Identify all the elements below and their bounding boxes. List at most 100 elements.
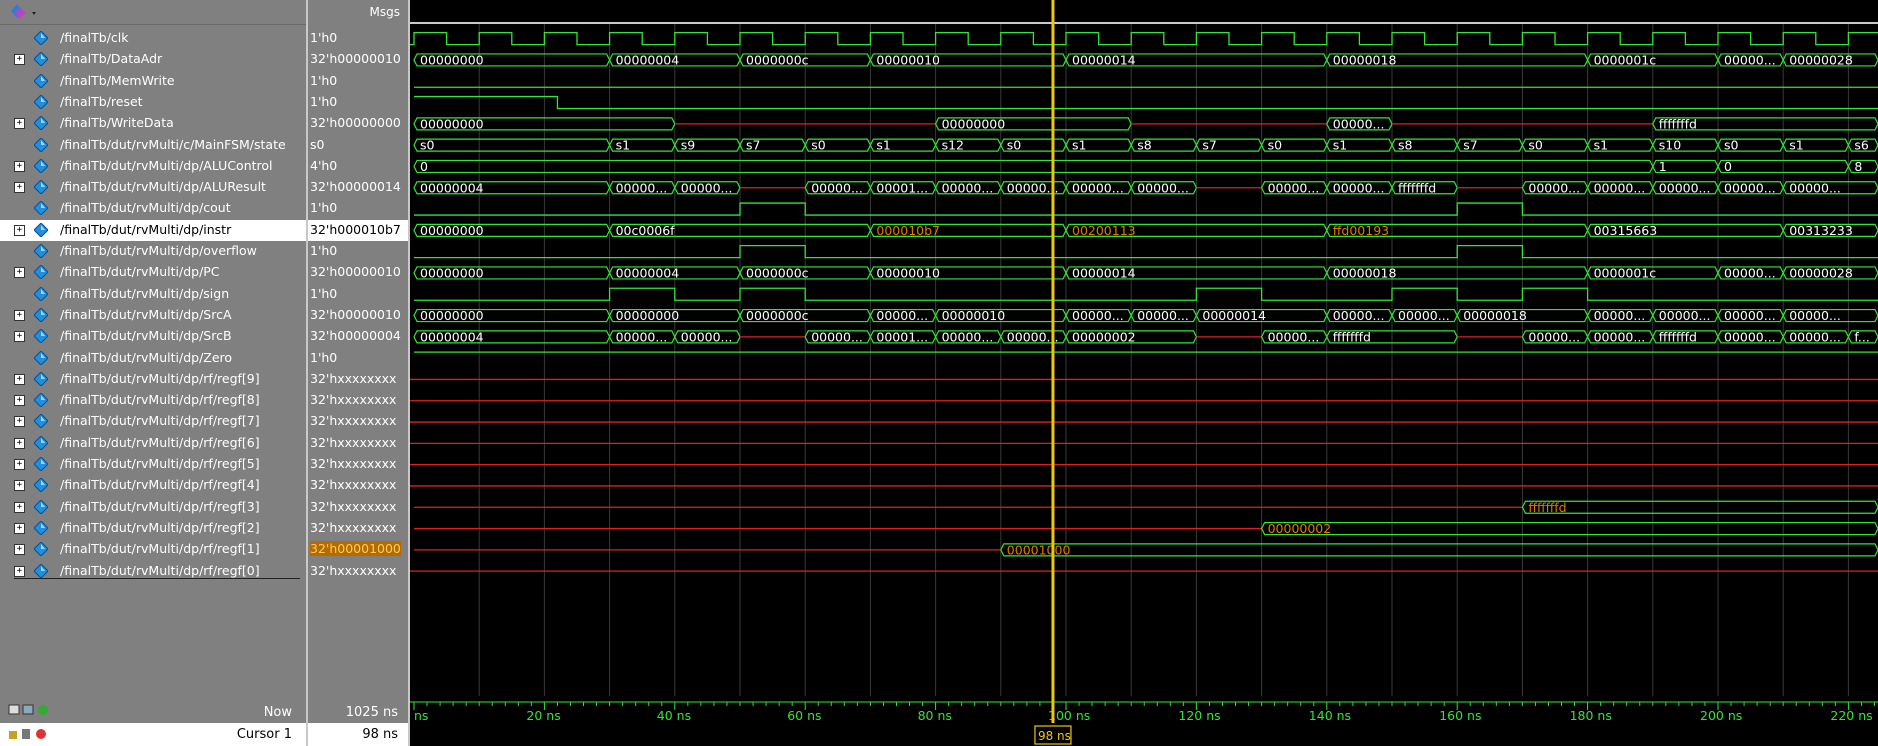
bus-value-label: 00000... (1724, 180, 1776, 195)
signal-diamond-icon (34, 350, 48, 365)
bus-value-label: s0 (811, 138, 826, 153)
signal-row[interactable]: + /finalTb/dut/rvMulti/dp/rf/regf[6] (0, 433, 306, 454)
signal-row[interactable]: /finalTb/MemWrite (0, 71, 306, 92)
time-ruler[interactable]: ns 20 ns 40 ns 60 ns 80 ns 100 ns 120 ns 140 ns… (410, 696, 1878, 746)
expand-icon[interactable]: + (14, 416, 25, 428)
expand-icon[interactable]: + (14, 480, 25, 492)
signal-row[interactable]: + /finalTb/dut/rvMulti/dp/rf/regf[4] (0, 475, 306, 496)
signal-diamond-icon (34, 520, 48, 535)
bus-value-label: 00001000 (1007, 542, 1071, 557)
signal-row[interactable]: + /finalTb/dut/rvMulti/dp/rf/regf[7] (0, 411, 306, 432)
signal-row[interactable]: + /finalTb/dut/rvMulti/dp/ALUResult (0, 177, 306, 198)
signal-row[interactable]: + /finalTb/dut/rvMulti/dp/PC (0, 262, 306, 283)
bit-waveform (414, 95, 1878, 110)
signal-row[interactable]: /finalTb/dut/rvMulti/dp/cout (0, 198, 306, 219)
signal-row[interactable]: /finalTb/dut/rvMulti/c/MainFSM/state (0, 135, 306, 156)
expand-icon[interactable]: + (14, 501, 25, 513)
status-values: 1025 ns 98 ns (308, 696, 408, 746)
signal-name: /finalTb/dut/rvMulti/dp/rf/regf[7] (60, 413, 260, 429)
expand-icon[interactable]: + (14, 459, 25, 470)
expand-icon[interactable]: + (14, 182, 25, 194)
signal-row[interactable]: + /finalTb/dut/rvMulti/dp/instr (0, 219, 306, 241)
list-end-line (14, 577, 300, 579)
bus-value-label: 00000... (1789, 329, 1841, 344)
signal-row[interactable]: /finalTb/dut/rvMulti/dp/sign (0, 284, 306, 305)
bus-value-label: 00000... (1007, 329, 1059, 344)
ruler-tick-label: 160 ns (1439, 708, 1481, 723)
signal-name: /finalTb/WriteData (60, 115, 174, 131)
bus-value-label: 00000... (1333, 308, 1385, 323)
signal-diamond-icon (34, 329, 48, 344)
signal-value-text: 1'h0 (310, 200, 338, 216)
signal-value-text: 1'h0 (310, 349, 338, 365)
signal-value-text: s0 (310, 136, 325, 152)
bus-segment (413, 138, 611, 152)
expand-icon[interactable]: + (14, 118, 25, 130)
signal-row[interactable]: + /finalTb/dut/rvMulti/dp/rf/regf[8] (0, 390, 306, 411)
bit-waveform (414, 202, 1878, 216)
expand-icon[interactable]: + (14, 267, 25, 279)
signal-row[interactable]: + /finalTb/dut/rvMulti/dp/rf/regf[1] (0, 539, 306, 560)
signal-row[interactable]: /finalTb/dut/rvMulti/dp/Zero (0, 348, 306, 369)
signal-name: /finalTb/dut/rvMulti/dp/sign (60, 285, 230, 301)
signal-row[interactable]: + /finalTb/dut/rvMulti/dp/SrcB (0, 326, 306, 347)
signal-row[interactable]: + /finalTb/dut/rvMulti/dp/rf/regf[3] (0, 497, 306, 518)
toolbar-icons[interactable] (8, 703, 58, 717)
bus-value-label: f... (1854, 329, 1869, 344)
signal-value: 32'h00000010 (308, 262, 408, 283)
expand-icon[interactable]: + (14, 54, 25, 66)
bus-value-label: s1 (1333, 138, 1347, 153)
expand-icon[interactable]: + (14, 522, 25, 534)
ruler-tick-label: 60 ns (787, 708, 821, 723)
signal-diamond-icon (34, 414, 48, 429)
signal-row[interactable]: + /finalTb/WriteData (0, 113, 306, 134)
waveform-canvas[interactable]: 00000000 00000004 0000000c 00000010 00000014… (410, 0, 1878, 696)
bus-value-label: 00000... (1789, 308, 1841, 323)
signal-row[interactable]: + /finalTb/dut/rvMulti/dp/SrcA (0, 305, 306, 326)
signal-row[interactable]: + /finalTb/dut/rvMulti/dp/rf/regf[9] (0, 369, 306, 390)
signal-diamond-icon (34, 52, 48, 67)
signal-value-text: 32'hxxxxxxxx (310, 413, 397, 429)
bus-value-label: 00000... (1333, 116, 1385, 131)
signal-diamond-icon (34, 94, 48, 109)
expand-icon[interactable]: + (14, 331, 25, 343)
cursor-icons[interactable] (8, 727, 58, 741)
bus-value-label: 00000... (1724, 308, 1776, 323)
cursor-row[interactable]: Cursor 1 (0, 723, 306, 746)
bus-value-label: 00000... (1333, 180, 1385, 195)
waveform-pane[interactable]: 00000000 00000004 0000000c 00000010 00000014… (410, 0, 1878, 696)
bus-segment (1521, 500, 1878, 514)
signal-row[interactable]: /finalTb/clk (0, 28, 306, 49)
expand-icon[interactable]: + (14, 160, 25, 172)
bus-value-label: s8 (1137, 138, 1152, 153)
signal-value: 1'h0 (308, 28, 408, 49)
bus-value-label: 00315663 (1594, 223, 1658, 238)
signal-value: 32'hxxxxxxxx (308, 411, 408, 432)
bus-value-label: 00000018 (1333, 52, 1397, 67)
expand-icon[interactable]: + (14, 437, 25, 449)
bus-value-label: 00000... (876, 308, 928, 323)
expand-icon[interactable]: + (14, 373, 25, 385)
bus-value-label: 00000002 (1268, 521, 1332, 536)
signal-row[interactable]: + /finalTb/dut/rvMulti/dp/rf/regf[2] (0, 518, 306, 539)
expand-icon[interactable]: + (14, 565, 25, 577)
signal-row[interactable]: /finalTb/dut/rvMulti/dp/overflow (0, 241, 306, 262)
ruler-tick-label: 220 ns (1830, 708, 1872, 723)
signal-name: /finalTb/DataAdr (60, 51, 163, 67)
bus-value-label: 00000... (1659, 308, 1711, 323)
signal-row[interactable]: + /finalTb/dut/rvMulti/dp/ALUControl (0, 156, 306, 177)
signal-list-icon[interactable] (10, 3, 40, 21)
now-label: Now (263, 705, 292, 720)
signal-row[interactable]: + /finalTb/dut/rvMulti/dp/rf/regf[5] (0, 454, 306, 475)
signal-row[interactable]: /finalTb/reset (0, 92, 306, 113)
signal-row[interactable]: + /finalTb/DataAdr (0, 49, 306, 70)
expand-icon[interactable]: + (14, 224, 25, 236)
bus-value-label: 00000000 (616, 308, 680, 323)
msgs-pane: Msgs 1'h0 32'h00000010 1'h0 1'h0 32'h0000000… (308, 0, 408, 746)
expand-icon[interactable]: + (14, 544, 25, 556)
bus-value-label: fffffffd (1398, 180, 1436, 195)
expand-icon[interactable]: + (14, 395, 25, 407)
expand-icon[interactable]: + (14, 309, 25, 321)
signal-value-text: 32'h00000010 (310, 51, 401, 67)
signal-value-text: 32'hxxxxxxxx (310, 456, 397, 471)
